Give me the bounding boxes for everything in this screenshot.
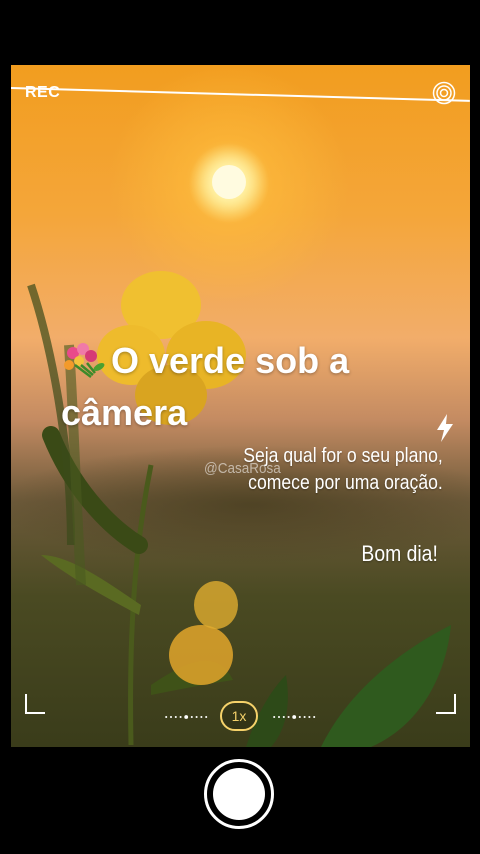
zoom-1x-button[interactable]: 1x bbox=[220, 701, 258, 731]
greeting-text: Bom dia! bbox=[361, 541, 438, 566]
quote-line-1: Seja qual for o seu plano, bbox=[243, 445, 443, 467]
quote-line-2: comece por uma oração. bbox=[248, 472, 443, 494]
quote-text: Seja qual for o seu plano, comece por um… bbox=[243, 443, 443, 497]
camera-viewfinder[interactable]: REC O verde sob a câmera @CasaRosa Seja … bbox=[11, 65, 470, 747]
zoom-control[interactable]: 1x bbox=[11, 701, 470, 731]
zoom-ticks-left bbox=[165, 715, 208, 719]
shutter-button-inner[interactable] bbox=[213, 768, 265, 820]
sun bbox=[212, 165, 246, 199]
bouquet-icon bbox=[64, 343, 105, 378]
zoom-ticks-right bbox=[273, 715, 316, 719]
flower-plant bbox=[27, 271, 246, 745]
scan-line bbox=[11, 87, 470, 102]
target-icon[interactable] bbox=[432, 81, 456, 105]
overlay-title: O verde sob a câmera bbox=[61, 335, 441, 439]
rec-indicator: REC bbox=[25, 84, 61, 101]
shutter-button[interactable] bbox=[204, 759, 274, 829]
